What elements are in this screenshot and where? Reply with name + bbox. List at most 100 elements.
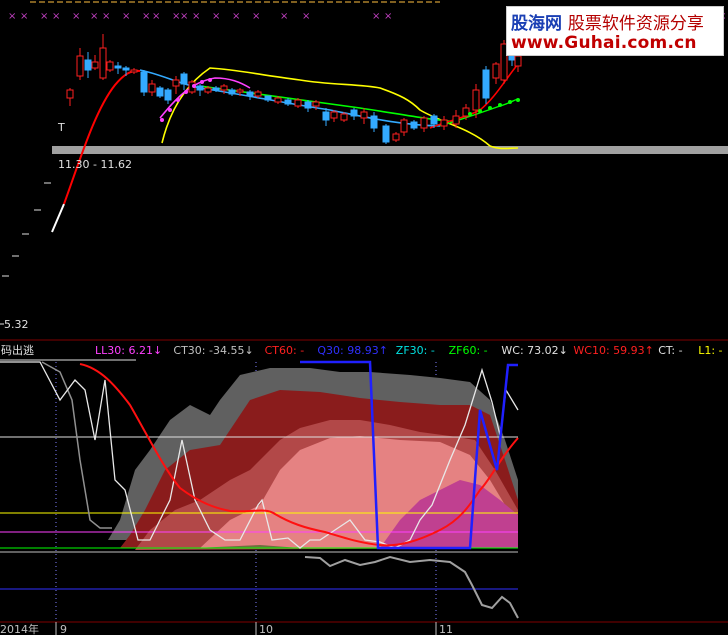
candle-body: [212, 87, 220, 91]
signal-x-mark: ×: [180, 11, 188, 22]
signal-x-mark: ×: [280, 11, 288, 22]
candle-body: [66, 89, 74, 99]
ma-dot: [516, 98, 520, 102]
header-marks: [0, 0, 470, 6]
x-label-sep: 9: [60, 623, 67, 635]
candle-body: [164, 89, 172, 101]
ma-dot: [478, 109, 482, 113]
candle-body: [330, 111, 338, 119]
candle-body: [462, 107, 470, 117]
candle-body: [382, 125, 390, 143]
signal-x-mark: ×: [192, 11, 200, 22]
signal-x-mark: ×: [152, 11, 160, 22]
candle-body: [130, 69, 138, 73]
candle-body: [410, 121, 418, 129]
candle-body: [172, 79, 180, 87]
indicator-title: 码出逃: [1, 343, 34, 357]
candle-body: [304, 101, 312, 109]
signal-x-mark: ×: [372, 11, 380, 22]
candle-body: [228, 89, 236, 95]
x-label-nov: 11: [439, 623, 453, 635]
candle-body: [246, 91, 254, 97]
ma-dot: [160, 118, 164, 122]
signal-x-mark: ×: [72, 11, 80, 22]
t-marker: T: [57, 121, 65, 134]
candle-body: [452, 115, 460, 125]
candle-body: [84, 59, 92, 71]
watermark-slogan: 股票软件资源分享: [567, 14, 704, 34]
candle-body: [264, 95, 272, 101]
candle-body: [140, 71, 148, 93]
candle-body: [294, 99, 302, 107]
legend-item-zf60: ZF60: -: [449, 344, 488, 357]
candle-body: [514, 55, 522, 67]
watermark-brand: 股海网: [511, 14, 562, 34]
ma-dot: [468, 112, 472, 116]
x-axis: 2014年 9 10 11: [0, 621, 728, 635]
candle-body: [156, 87, 164, 97]
candle-body: [492, 63, 500, 79]
candle-body: [420, 117, 428, 129]
ma-dot: [184, 90, 188, 94]
candle-body: [360, 111, 368, 119]
signal-x-mark: ×: [40, 11, 48, 22]
candle-body: [220, 85, 228, 91]
ma-dot: [498, 103, 502, 107]
signal-x-mark: ×: [8, 11, 16, 22]
candle-body: [472, 89, 480, 111]
ma-dot: [488, 106, 492, 110]
candle-body: [99, 47, 107, 79]
legend-item-zf30: ZF30: -: [396, 344, 435, 357]
candle-body: [148, 83, 156, 93]
signal-x-mark: ×: [252, 11, 260, 22]
ma-dot: [176, 98, 180, 102]
candle-body: [274, 97, 282, 103]
red-trend-line: [63, 69, 141, 205]
x-label-year: 2014年: [0, 622, 39, 635]
candle-body: [254, 91, 262, 97]
stock-chart: ××××××××××××××××××××××××××××××× 11.30 - …: [0, 0, 728, 635]
legend-item-wc: WC: 73.02↓: [501, 344, 567, 357]
signal-x-mark: ×: [90, 11, 98, 22]
legend-item-ct30: CT30: -34.55↓: [173, 344, 253, 357]
watermark-url: www.Guhai.com.cn: [511, 33, 697, 53]
legend-item-q30: Q30: 98.93↑: [317, 344, 388, 357]
candle-body: [236, 89, 244, 93]
legend-item-l1: L1: -: [698, 344, 722, 357]
gray-tail-line: [304, 555, 519, 619]
x-label-oct: 10: [259, 623, 273, 635]
ma-dot: [192, 84, 196, 88]
signal-x-mark: ×: [212, 11, 220, 22]
candle-body: [430, 115, 438, 125]
signal-x-mark: ×: [52, 11, 60, 22]
candle-body: [392, 133, 400, 141]
signal-x-mark: ×: [20, 11, 28, 22]
candle-body: [322, 111, 330, 121]
candle-body: [180, 73, 188, 85]
stair-marks: [2, 182, 51, 277]
candle-body: [370, 115, 378, 129]
legend-item-ct60: CT60: -: [265, 344, 305, 357]
signal-x-mark: ×: [302, 11, 310, 22]
signal-x-mark: ×: [384, 11, 392, 22]
indicator-panel: [0, 360, 519, 622]
candle-body: [284, 99, 292, 105]
ma-dot: [200, 80, 204, 84]
low-price-label: 5.32: [4, 318, 29, 331]
candle-body: [440, 119, 448, 127]
range-label: 11.30 - 11.62: [58, 158, 132, 171]
legend-item-ct: CT: -: [658, 344, 682, 357]
candle-body: [114, 65, 122, 69]
candle-body: [312, 101, 320, 107]
candle-body: [106, 61, 114, 71]
candle-body: [196, 85, 204, 91]
signal-x-mark: ×: [142, 11, 150, 22]
candle-body: [204, 87, 212, 93]
ma-dot: [208, 78, 212, 82]
support-band: [52, 146, 728, 154]
ma-dot: [168, 108, 172, 112]
ma-dot: [508, 100, 512, 104]
candle-body: [482, 69, 490, 99]
candle-body: [350, 109, 358, 117]
price-panel: 11.30 - 11.62 T 5.32: [0, 34, 728, 331]
